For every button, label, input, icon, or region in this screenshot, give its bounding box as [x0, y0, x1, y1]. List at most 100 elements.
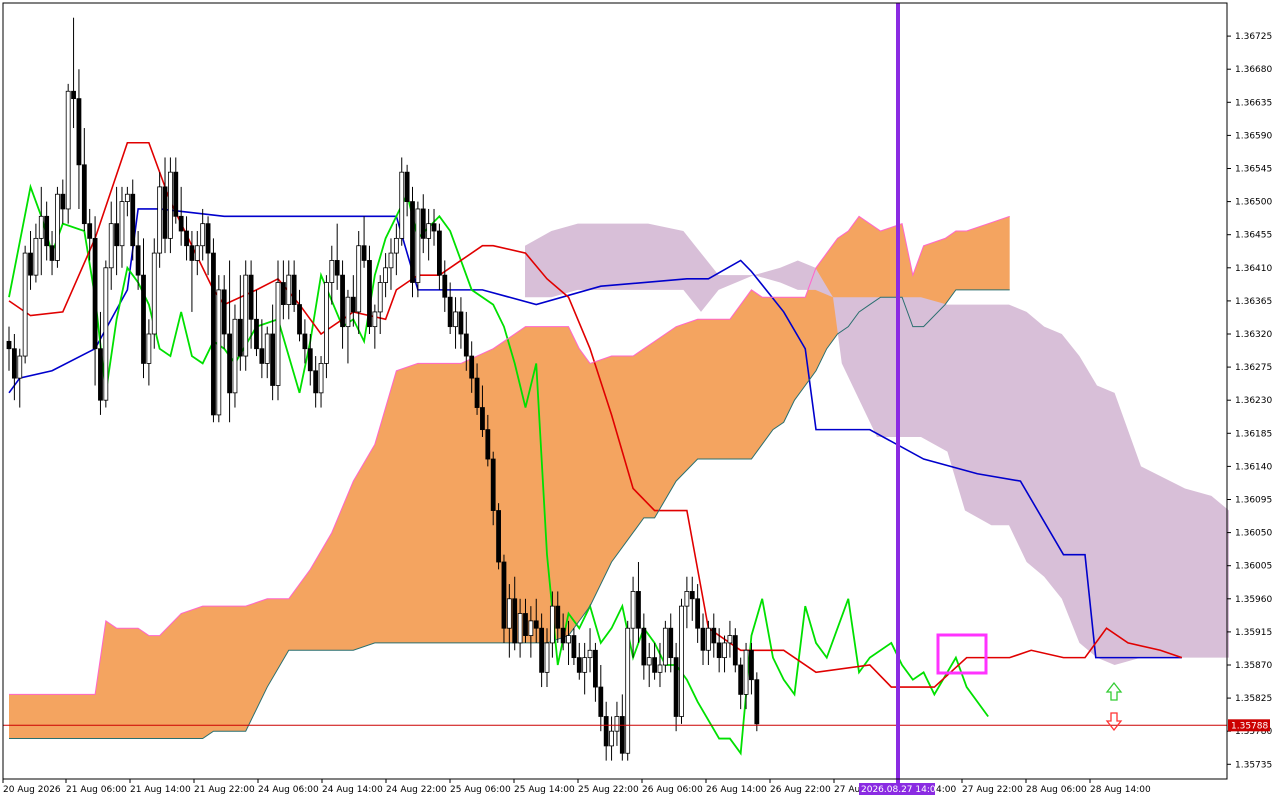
candle-body	[749, 649, 754, 681]
candle-body	[178, 215, 184, 232]
candle-body	[727, 635, 733, 644]
candle-body	[157, 186, 163, 254]
candle-body	[60, 193, 66, 210]
candle-body	[533, 620, 539, 629]
candle-body	[501, 561, 507, 629]
candle-body	[458, 311, 464, 335]
candle-body	[673, 657, 679, 717]
x-tick-label: 21 Aug 22:00	[194, 785, 255, 795]
candle-body	[297, 304, 302, 335]
candle-body	[641, 627, 647, 666]
x-tick-label: 25 Aug 14:00	[514, 785, 575, 795]
highlight-box	[936, 633, 988, 675]
candle-body	[22, 252, 28, 357]
candle-body	[173, 171, 179, 217]
candle-body	[44, 215, 50, 247]
candle-body	[146, 333, 152, 364]
candle-body	[329, 260, 335, 283]
candle-body	[307, 348, 313, 372]
sell-arrow-icon	[1105, 712, 1123, 732]
candle-body	[377, 282, 383, 313]
candle-body	[211, 252, 216, 416]
x-tick-label: 21 Aug 06:00	[66, 785, 127, 795]
candle-body	[614, 716, 620, 732]
candle-body	[119, 201, 125, 247]
candle-body	[216, 289, 222, 416]
candle-body	[469, 355, 475, 379]
candle-body	[587, 649, 593, 659]
candle-body	[383, 267, 389, 283]
candle-body	[668, 627, 674, 659]
buy-arrow-icon	[1105, 681, 1123, 701]
candle-body	[313, 370, 319, 394]
candle-body	[652, 657, 657, 673]
kumo-cloud-bullish	[9, 216, 1010, 739]
candle-body	[490, 458, 496, 511]
candle-body	[135, 245, 141, 276]
candle-body	[108, 223, 114, 269]
candle-body	[350, 296, 356, 313]
chart-canvas[interactable]: 1.36725 1.36680 1.36635 1.36590 1.36545 1.365…	[0, 0, 1280, 800]
x-tick-label: 26 Aug 06:00	[642, 785, 703, 795]
candle-body	[232, 318, 238, 394]
candle-body	[103, 267, 109, 401]
y-tick-label: 1.36410	[1235, 264, 1272, 274]
candle-body	[318, 363, 324, 394]
candle-body	[689, 591, 695, 600]
x-tick-label: 20 Aug 2026	[3, 785, 61, 795]
candle-body	[447, 296, 453, 328]
y-tick-label: 1.36455	[1235, 231, 1272, 241]
x-tick-label: 28 Aug 14:00	[1090, 785, 1151, 795]
candle-body	[453, 311, 458, 328]
candle-body	[38, 215, 44, 239]
candle-body	[114, 223, 119, 247]
candle-body	[657, 664, 663, 673]
y-tick-label: 1.36590	[1235, 131, 1272, 141]
x-tick-label: 28 Aug 06:00	[1026, 785, 1087, 795]
candle-body	[738, 664, 744, 695]
candle-body	[65, 90, 71, 210]
candle-body	[367, 260, 372, 328]
candle-body	[566, 635, 571, 644]
candle-body	[184, 230, 189, 247]
candle-body	[345, 296, 351, 328]
x-tick-label: 27 Aug 22:00	[962, 785, 1023, 795]
y-tick-label: 1.36545	[1235, 164, 1272, 174]
y-tick-label: 1.36365	[1235, 297, 1272, 307]
candle-body	[603, 716, 609, 747]
candle-body	[463, 333, 469, 357]
candle-body	[555, 605, 561, 629]
current-price-label: 1.35788	[1231, 721, 1268, 731]
candle-body	[732, 635, 738, 666]
candle-body	[410, 201, 415, 283]
candle-body	[754, 679, 760, 725]
candle-body	[420, 208, 426, 239]
candle-body	[76, 98, 82, 166]
y-tick-label: 1.36185	[1235, 429, 1272, 439]
candle-body	[28, 252, 33, 276]
y-tick-label: 1.35870	[1235, 661, 1272, 671]
candle-body	[480, 407, 485, 431]
candle-body	[205, 223, 211, 254]
candle-body	[523, 613, 528, 636]
candle-body	[706, 627, 711, 651]
candle-body	[11, 348, 17, 379]
candle-body	[98, 348, 103, 401]
cursor-time-label-tail: 4:00	[936, 785, 956, 795]
candle-body	[609, 730, 614, 747]
y-tick-label: 1.36275	[1235, 363, 1272, 373]
candle-body	[254, 318, 259, 350]
candle-body	[124, 193, 130, 202]
candle-body	[474, 377, 480, 408]
y-tick-label: 1.36140	[1235, 462, 1272, 472]
candle-body	[646, 657, 652, 666]
y-tick-label: 1.36635	[1235, 98, 1272, 108]
ichimoku-chart[interactable]: 1.36725 1.36680 1.36635 1.36590 1.36545 1.365…	[0, 0, 1280, 800]
candle-body	[539, 627, 545, 673]
candle-body	[243, 274, 249, 357]
candle-body	[17, 355, 23, 379]
candle-body	[496, 510, 501, 563]
candle-body	[722, 642, 727, 659]
x-tick-label: 24 Aug 06:00	[258, 785, 319, 795]
candle-body	[679, 605, 684, 717]
